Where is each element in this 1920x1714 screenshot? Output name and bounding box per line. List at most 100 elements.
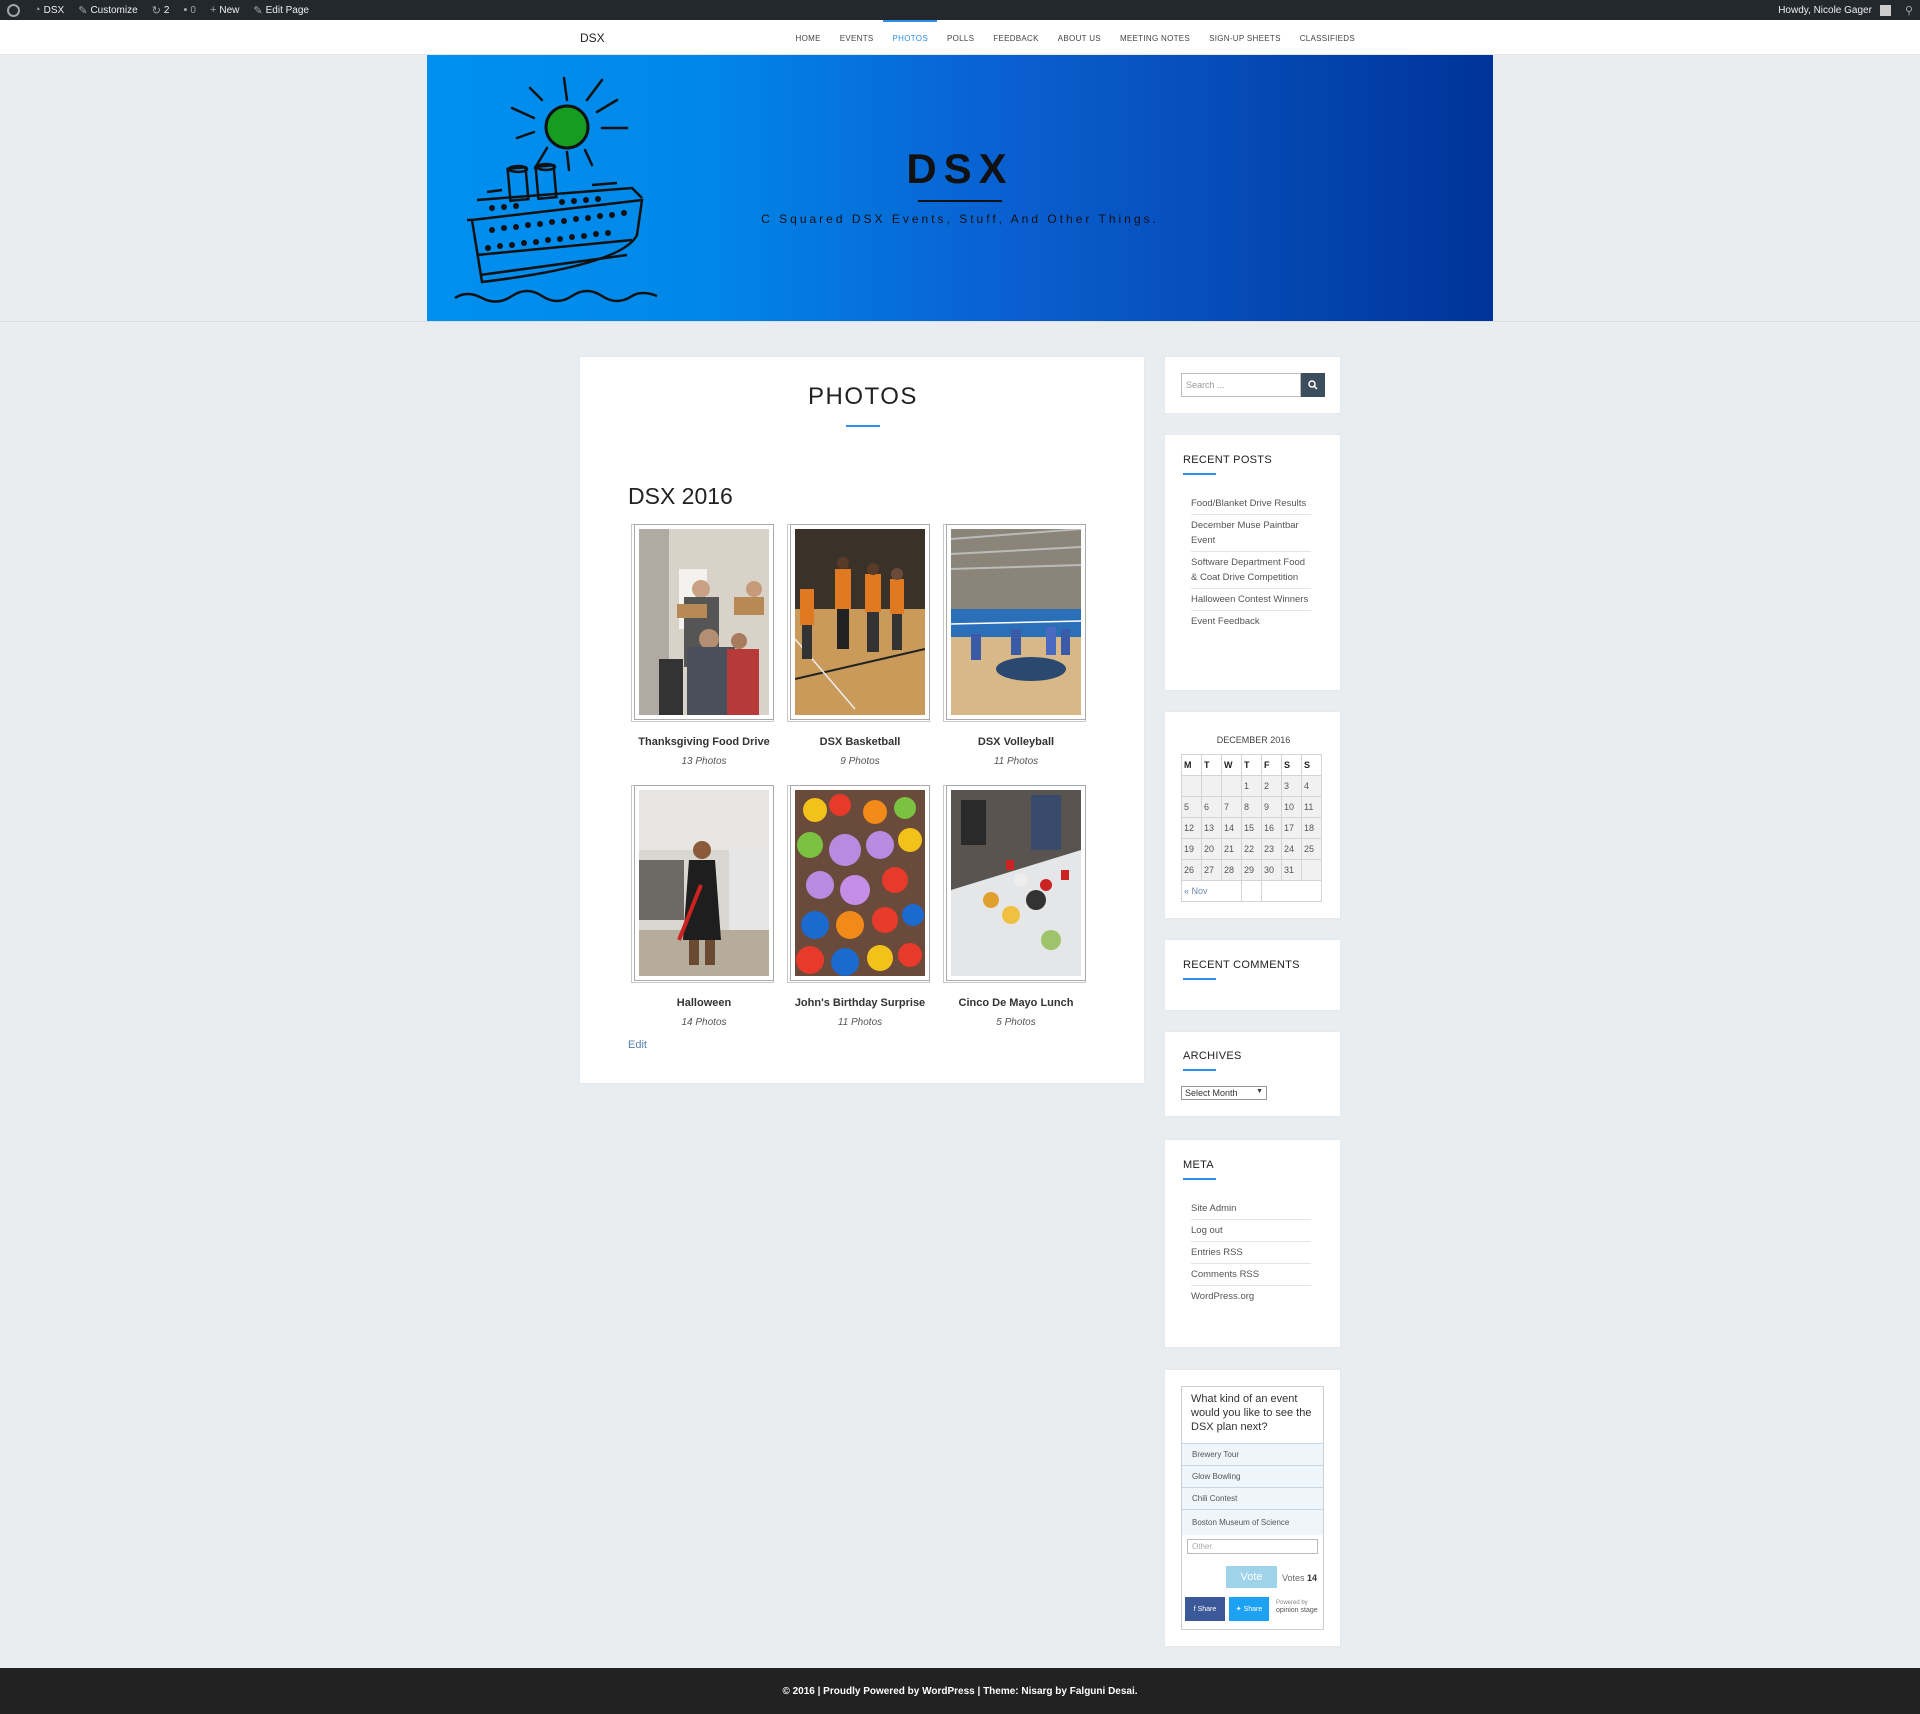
calendar-day: 26	[1181, 859, 1202, 881]
search-input[interactable]: Search ...	[1181, 373, 1301, 397]
calendar-week-row: 1234	[1181, 775, 1322, 797]
album-dsx-volleyball[interactable]: DSX Volleyball 11 Photos	[943, 524, 1089, 767]
powered-by-opinion-stage[interactable]: Powered by opinion stage	[1276, 1600, 1318, 1615]
poll-option[interactable]: Glow Bowling	[1182, 1465, 1323, 1487]
votes-summary: Votes 14	[1282, 1573, 1317, 1583]
calendar-day: 11	[1301, 796, 1322, 818]
nav-menu: HOME EVENTS PHOTOS POLLS FEEDBACK ABOUT …	[786, 20, 1365, 55]
calendar-footer-spacer	[1241, 880, 1262, 902]
calendar-day: 6	[1201, 796, 1222, 818]
widget-title-rule	[1183, 978, 1216, 980]
nav-item-meeting-notes[interactable]: MEETING NOTES	[1110, 20, 1199, 55]
meta-link-wordpress-org[interactable]: WordPress.org	[1191, 1286, 1311, 1307]
site-name-item[interactable]: ◔ DSX	[27, 0, 71, 20]
album-cinco-de-mayo-lunch[interactable]: Cinco De Mayo Lunch 5 Photos	[943, 785, 1089, 1028]
wordpress-logo-item[interactable]	[0, 0, 27, 20]
widget-title-rule	[1183, 1178, 1216, 1180]
site-title[interactable]: DSX	[427, 145, 1493, 193]
archives-select[interactable]: Select Month ▼	[1181, 1086, 1267, 1100]
comments-item[interactable]: ▪ 0	[176, 0, 202, 20]
archives-select-value: Select Month	[1185, 1088, 1238, 1098]
album-name[interactable]: DSX Basketball	[787, 736, 933, 748]
recent-post-link[interactable]: Software Department Food & Coat Drive Co…	[1191, 552, 1311, 589]
calendar-day: 28	[1221, 859, 1242, 881]
opinion-stage-brand: opinion stage	[1276, 1607, 1318, 1614]
site-name-label: DSX	[43, 4, 65, 16]
album-dsx-basketball[interactable]: DSX Basketball 9 Photos	[787, 524, 933, 767]
calendar-day	[1301, 859, 1322, 881]
calendar-day: 31	[1281, 859, 1302, 881]
album-cover-basketball	[794, 529, 926, 715]
album-name[interactable]: DSX Volleyball	[943, 736, 1089, 748]
nav-brand[interactable]: DSX	[580, 31, 605, 45]
meta-link-log-out[interactable]: Log out	[1191, 1220, 1311, 1242]
meta-link-site-admin[interactable]: Site Admin	[1191, 1198, 1311, 1220]
updates-count: 2	[163, 4, 170, 16]
calendar-week-row: 19 20 21 22 23 24 25	[1181, 838, 1322, 860]
nav-item-about-us[interactable]: ABOUT US	[1048, 20, 1110, 55]
archives-widget: ARCHIVES Select Month ▼	[1164, 1031, 1341, 1117]
archives-title: ARCHIVES	[1183, 1050, 1242, 1062]
recent-post-link[interactable]: Food/Blanket Drive Results	[1191, 493, 1311, 515]
calendar-day: 18	[1301, 817, 1322, 839]
twitter-share-button[interactable]: ✦ Share	[1229, 1597, 1269, 1621]
recent-posts-widget: RECENT POSTS Food/Blanket Drive Results …	[1164, 434, 1341, 691]
album-name[interactable]: John's Birthday Surprise	[787, 997, 933, 1009]
twitter-share-label: Share	[1243, 1605, 1263, 1613]
album-name[interactable]: Thanksgiving Food Drive	[631, 736, 777, 748]
twitter-bird-icon: ✦	[1235, 1606, 1244, 1613]
album-name[interactable]: Halloween	[631, 997, 777, 1009]
admin-search-item[interactable]: ⚲	[1898, 0, 1920, 20]
my-account-item[interactable]: Howdy, Nicole Gager	[1771, 0, 1898, 20]
edit-page-link[interactable]: Edit	[628, 1039, 647, 1051]
customize-label: Customize	[90, 4, 138, 16]
new-item[interactable]: + New	[203, 0, 246, 20]
customize-item[interactable]: ✎ Customize	[71, 0, 144, 20]
updates-icon: ↻	[151, 4, 161, 17]
poll-other-input[interactable]: Other	[1187, 1539, 1318, 1554]
nav-item-home[interactable]: HOME	[786, 20, 830, 55]
avatar	[1879, 4, 1891, 16]
calendar-day: 19	[1181, 838, 1202, 860]
nav-item-events[interactable]: EVENTS	[830, 20, 883, 55]
site-title-rule	[918, 200, 1002, 202]
edit-page-item[interactable]: ✎ Edit Page	[246, 0, 316, 20]
poll-option[interactable]: Chili Contest	[1182, 1487, 1323, 1509]
album-count: 5 Photos	[996, 1017, 1036, 1028]
dashboard-icon: ◔	[34, 4, 41, 16]
nav-item-sign-up-sheets[interactable]: SIGN-UP SHEETS	[1200, 20, 1291, 55]
calendar-day: 3	[1281, 775, 1302, 797]
meta-link-comments-rss[interactable]: Comments RSS	[1191, 1264, 1311, 1286]
recent-post-link[interactable]: Halloween Contest Winners	[1191, 589, 1311, 611]
calendar-header-row: M T W T F S S	[1181, 754, 1322, 776]
pencil-icon: ✎	[253, 4, 263, 17]
poll-option[interactable]: Boston Museum of Science	[1182, 1509, 1323, 1535]
calendar-day: 27	[1201, 859, 1222, 881]
nav-item-feedback[interactable]: FEEDBACK	[984, 20, 1049, 55]
calendar-day: 10	[1281, 796, 1302, 818]
poll-widget: What kind of an event would you like to …	[1164, 1369, 1341, 1647]
nav-item-polls[interactable]: POLLS	[937, 20, 983, 55]
vote-button[interactable]: Vote	[1226, 1566, 1277, 1588]
calendar-week-row: 5 6 7 8 9 10 11	[1181, 796, 1322, 818]
search-button[interactable]	[1301, 373, 1325, 397]
album-name[interactable]: Cinco De Mayo Lunch	[943, 997, 1089, 1009]
recent-post-link[interactable]: December Muse Paintbar Event	[1191, 515, 1311, 552]
site-tagline: C Squared DSX Events, Stuff, And Other T…	[761, 212, 1159, 226]
meta-link-entries-rss[interactable]: Entries RSS	[1191, 1242, 1311, 1264]
nav-item-photos[interactable]: PHOTOS	[883, 20, 938, 55]
nav-item-classifieds[interactable]: CLASSIFIEDS	[1290, 20, 1364, 55]
album-thanksgiving-food-drive[interactable]: Thanksgiving Food Drive 13 Photos	[631, 524, 777, 767]
poll-option[interactable]: Brewery Tour	[1182, 1443, 1323, 1465]
updates-item[interactable]: ↻ 2	[145, 0, 177, 20]
poll: What kind of an event would you like to …	[1181, 1386, 1324, 1630]
calendar-day: 24	[1281, 838, 1302, 860]
album-johns-birthday-surprise[interactable]: John's Birthday Surprise 11 Photos	[787, 785, 933, 1028]
album-halloween[interactable]: Halloween 14 Photos	[631, 785, 777, 1028]
recent-post-link[interactable]: Event Feedback	[1191, 611, 1311, 632]
recent-posts-title: RECENT POSTS	[1183, 454, 1272, 466]
calendar-day: 22	[1241, 838, 1262, 860]
facebook-share-button[interactable]: f Share	[1185, 1597, 1225, 1621]
calendar-prev-month-link[interactable]: « Nov	[1181, 880, 1242, 902]
calendar-day: 15	[1241, 817, 1262, 839]
